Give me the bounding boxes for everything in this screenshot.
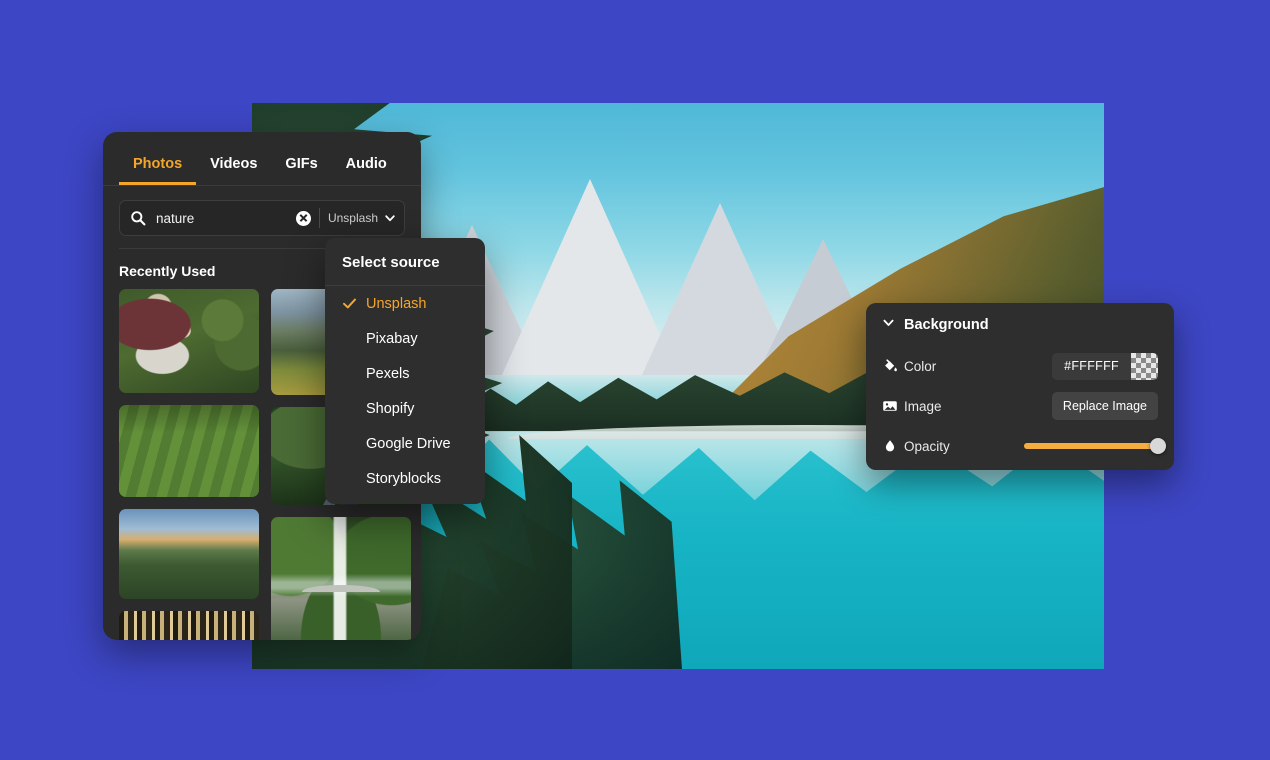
tab-gifs[interactable]: GIFs: [271, 150, 331, 185]
thumbnail-item[interactable]: [119, 405, 259, 497]
media-tabs: Photos Videos GIFs Audio: [103, 132, 421, 186]
source-option-pexels[interactable]: Pexels: [325, 356, 485, 391]
source-option-label: Unsplash: [366, 295, 427, 312]
source-option-google-drive[interactable]: Google Drive: [325, 426, 485, 461]
clear-circle-icon[interactable]: [295, 210, 311, 226]
slider-thumb[interactable]: [1150, 438, 1166, 454]
background-title: Background: [904, 317, 989, 333]
source-option-pixabay[interactable]: Pixabay: [325, 321, 485, 356]
color-field: #FFFFFF: [1024, 352, 1158, 380]
search-bar[interactable]: nature Unsplash: [119, 200, 405, 236]
background-color-row: Color #FFFFFF: [882, 348, 1158, 384]
opacity-slider[interactable]: [1024, 437, 1166, 455]
droplet-icon: [882, 438, 904, 454]
thumbnail-item[interactable]: [119, 509, 259, 599]
color-label: Color: [904, 358, 937, 374]
chevron-down-icon[interactable]: [882, 316, 895, 334]
source-option-label: Pexels: [366, 365, 410, 382]
source-option-label: Shopify: [366, 400, 415, 417]
tab-videos[interactable]: Videos: [196, 150, 271, 185]
background-image-row: Image Replace Image: [882, 388, 1158, 424]
background-settings-panel: Background Color #FFFFFF Image Replace I…: [866, 303, 1174, 470]
image-icon: [882, 398, 904, 414]
thumbnail-item[interactable]: [119, 289, 259, 393]
color-hex-input[interactable]: #FFFFFF: [1052, 352, 1131, 380]
check-icon: [342, 296, 366, 311]
select-source-dropdown: Select source Unsplash Pixabay Pexels Sh…: [325, 238, 485, 504]
paint-bucket-icon: [882, 358, 904, 374]
background-header[interactable]: Background: [882, 316, 1158, 334]
color-swatch-transparent[interactable]: [1131, 352, 1158, 380]
slider-fill: [1024, 443, 1158, 449]
thumbnail-item[interactable]: [119, 611, 259, 640]
tab-audio[interactable]: Audio: [332, 150, 401, 185]
opacity-label: Opacity: [904, 438, 950, 454]
replace-image-button[interactable]: Replace Image: [1051, 392, 1158, 420]
source-option-label: Pixabay: [366, 330, 418, 347]
source-option-label: Storyblocks: [366, 470, 441, 487]
source-selector-label[interactable]: Unsplash: [328, 211, 378, 225]
search-icon: [130, 210, 146, 226]
background-opacity-row: Opacity: [882, 428, 1166, 464]
divider: [318, 208, 320, 228]
search-input[interactable]: nature: [156, 211, 296, 226]
source-option-unsplash[interactable]: Unsplash: [325, 286, 485, 321]
thumbnail-column-left: [119, 289, 259, 640]
bridge-detail: [301, 585, 381, 593]
source-option-shopify[interactable]: Shopify: [325, 391, 485, 426]
image-label: Image: [904, 398, 942, 414]
chevron-down-icon[interactable]: [384, 212, 396, 224]
source-option-label: Google Drive: [366, 435, 451, 452]
tab-photos[interactable]: Photos: [119, 150, 197, 185]
source-option-storyblocks[interactable]: Storyblocks: [325, 461, 485, 496]
dropdown-header: Select source: [325, 238, 485, 286]
thumbnail-item[interactable]: [271, 517, 411, 640]
search-area: nature Unsplash: [103, 186, 421, 246]
